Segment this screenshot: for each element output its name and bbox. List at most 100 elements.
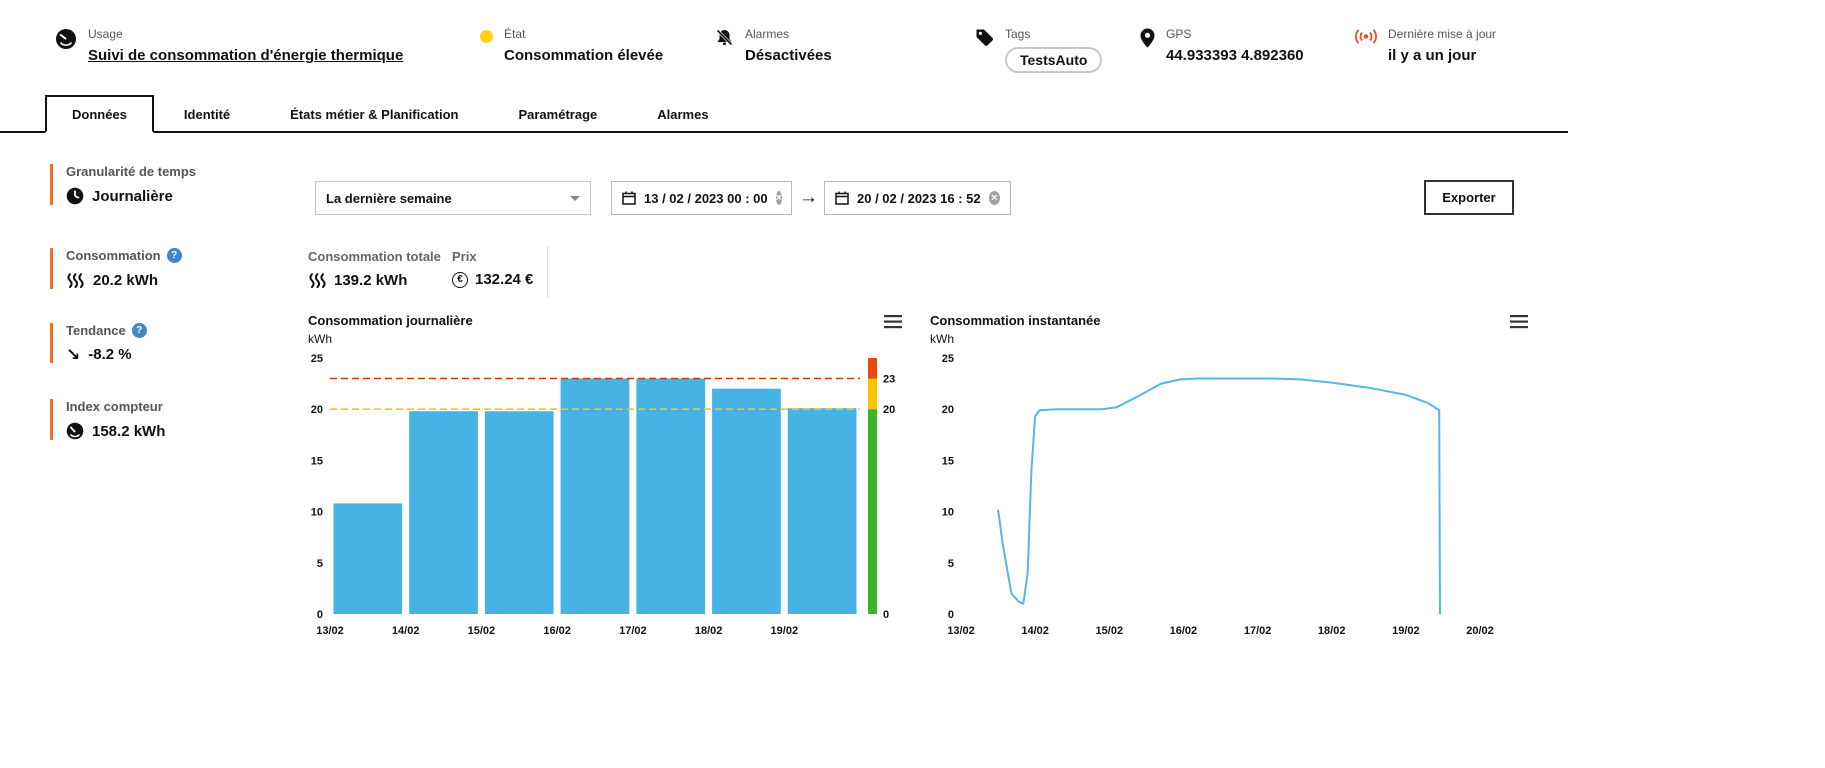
meter-index-title: Index compteur (66, 399, 163, 414)
svg-text:16/02: 16/02 (543, 625, 571, 637)
svg-text:13/02: 13/02 (947, 625, 975, 637)
svg-text:18/02: 18/02 (1318, 625, 1346, 637)
svg-text:23: 23 (883, 374, 895, 386)
trend-down-icon: ↘ (66, 344, 81, 364)
sidebar-item-meter-index: Index compteur 158.2 kWh (50, 399, 290, 440)
svg-text:15: 15 (942, 455, 954, 467)
date-from-input[interactable]: 13 / 02 / 2023 00 : 00 × (611, 181, 792, 215)
price-value: € 132.24 € (452, 271, 533, 288)
svg-text:25: 25 (942, 353, 954, 365)
meter-index-value: 158.2 kWh (66, 422, 290, 440)
last-update-label: Dernière mise à jour (1388, 27, 1497, 41)
status-label: État (504, 27, 526, 41)
svg-text:20/02: 20/02 (1466, 625, 1494, 637)
sidebar-item-granularity: Granularité de temps Journalière (50, 164, 290, 205)
totals-divider (547, 246, 548, 298)
granularity-value: Journalière (66, 187, 290, 205)
period-select[interactable]: La dernière semaine (315, 181, 591, 215)
gps-label: GPS (1166, 27, 1192, 41)
tab-parametrage[interactable]: Paramétrage (488, 95, 627, 133)
total-consumption-value: 139.2 kWh (308, 271, 441, 289)
bar-chart-ylabel: kWh (308, 332, 332, 346)
svg-text:15/02: 15/02 (468, 625, 496, 637)
alarms-label: Alarmes (745, 27, 790, 41)
help-icon[interactable]: ? (166, 248, 182, 263)
alarms-block: Alarmes Désactivées (715, 27, 832, 64)
consumption-value: 20.2 kWh (66, 271, 290, 289)
line-chart-header: Consommation instantanée kWh (930, 313, 1100, 346)
trend-title: Tendance ? (66, 323, 290, 338)
alarm-muted-icon (715, 28, 734, 47)
usage-label: Usage (88, 27, 123, 41)
usage-meter-icon (55, 28, 77, 50)
svg-text:18/02: 18/02 (695, 625, 723, 637)
total-consumption-block: Consommation totale 139.2 kWh (308, 249, 441, 289)
arrow-right-icon: → (799, 187, 818, 208)
alarms-value: Désactivées (745, 47, 832, 64)
svg-text:0: 0 (883, 609, 889, 621)
svg-text:20: 20 (311, 404, 323, 416)
svg-text:25: 25 (311, 353, 323, 365)
gps-pin-icon (1140, 28, 1155, 48)
tags-label: Tags (1005, 27, 1031, 41)
gps-block: GPS 44.933393 4.892360 (1140, 27, 1304, 64)
svg-text:20: 20 (942, 404, 954, 416)
svg-text:19/02: 19/02 (1392, 625, 1420, 637)
svg-text:16/02: 16/02 (1170, 625, 1198, 637)
bar-chart-canvas: 0 5 10 15 20 25 13/02 14/02 15/02 16/02 17/02 18/02… (311, 353, 896, 637)
svg-text:15: 15 (311, 455, 323, 467)
sidebar-item-consumption: Consommation ? 20.2 kWh (50, 248, 290, 289)
trend-value: ↘ -8.2 % (66, 344, 132, 364)
date-to-input[interactable]: 20 / 02 / 2023 16 : 52 × (824, 181, 1011, 215)
line-chart-title: Consommation instantanée (930, 313, 1101, 328)
bar-chart-menu-icon[interactable] (884, 315, 902, 329)
bar-chart-header: Consommation journalière kWh (308, 313, 473, 346)
line-chart-ylabel: kWh (930, 332, 954, 346)
date-to-value: 20 / 02 / 2023 16 : 52 (857, 190, 981, 206)
export-button[interactable]: Exporter (1424, 180, 1514, 215)
line-chart-menu-icon[interactable] (1510, 315, 1528, 329)
status-dot-icon (480, 30, 493, 43)
bar-chart-title: Consommation journalière (308, 313, 473, 328)
tab-alarmes[interactable]: Alarmes (627, 95, 738, 133)
granularity-title: Granularité de temps (66, 164, 197, 179)
calendar-icon (835, 191, 849, 205)
tags-block: Tags TestsAuto (975, 27, 1103, 73)
tab-etats-metier[interactable]: États métier & Planification (260, 95, 488, 133)
tag-icon (975, 28, 994, 47)
status-block: État Consommation élevée (480, 27, 663, 64)
svg-text:13/02: 13/02 (316, 625, 344, 637)
tag-chip[interactable]: TestsAuto (1005, 47, 1103, 73)
last-update-value: il y a un jour (1388, 47, 1477, 64)
svg-text:5: 5 (317, 558, 323, 570)
svg-text:17/02: 17/02 (619, 625, 647, 637)
svg-text:20: 20 (883, 404, 895, 416)
clear-icon[interactable]: × (775, 191, 783, 205)
total-consumption-label: Consommation totale (308, 249, 441, 264)
signal-icon (1355, 28, 1377, 45)
meter-icon (66, 422, 84, 440)
help-icon[interactable]: ? (131, 323, 147, 338)
clear-icon[interactable]: × (988, 191, 1000, 205)
clock-icon (66, 187, 84, 205)
heat-icon (308, 271, 327, 289)
tab-identite[interactable]: Identité (154, 95, 260, 133)
heat-icon (66, 271, 85, 289)
status-value: Consommation élevée (504, 47, 664, 64)
chevron-down-icon (570, 195, 580, 201)
last-update-block: Dernière mise à jour il y a un jour (1355, 27, 1496, 64)
calendar-icon (622, 191, 636, 205)
price-block: Prix € 132.24 € (452, 249, 533, 288)
svg-text:17/02: 17/02 (1244, 625, 1272, 637)
euro-icon: € (452, 271, 468, 288)
usage-link[interactable]: Suivi de consommation d'énergie thermiqu… (88, 47, 403, 64)
tab-bar: Données Identité États métier & Planific… (45, 95, 739, 133)
usage-block: Usage Suivi de consommation d'énergie th… (55, 27, 403, 64)
svg-text:0: 0 (948, 609, 954, 621)
svg-text:14/02: 14/02 (1021, 625, 1049, 637)
svg-text:5: 5 (948, 558, 954, 570)
price-label: Prix (452, 249, 477, 264)
svg-text:15/02: 15/02 (1096, 625, 1124, 637)
tab-donnees[interactable]: Données (45, 95, 154, 133)
svg-text:19/02: 19/02 (771, 625, 799, 637)
